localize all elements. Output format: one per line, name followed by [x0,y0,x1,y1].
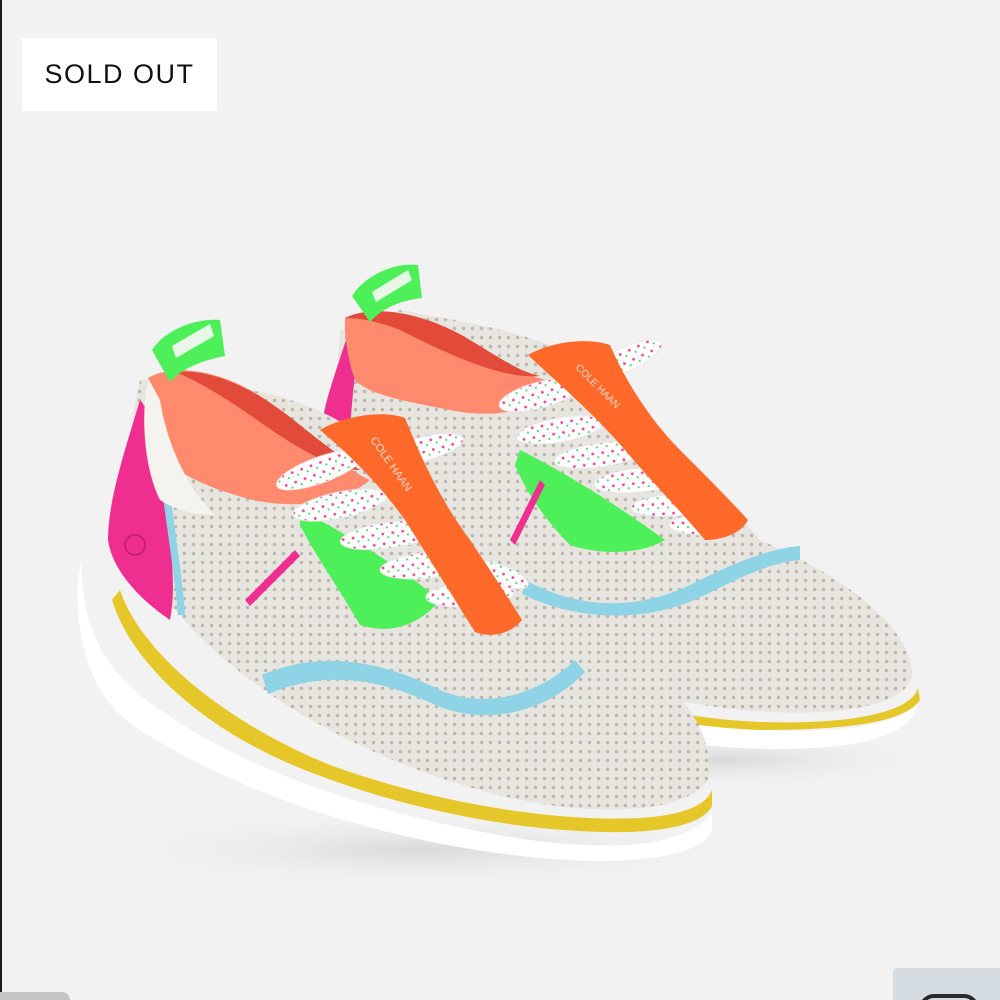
gallery-toggle-button[interactable] [893,968,1000,1000]
viewer-left-edge [0,0,2,1000]
product-photo: COLE HAAN COLE HAAN [77,264,950,890]
gallery-toggle-icon [919,994,979,1000]
sold-out-badge: SOLD OUT [22,38,217,111]
sold-out-label: SOLD OUT [44,59,195,89]
previous-image-hint[interactable] [0,992,70,1000]
product-image-viewer: COLE HAAN COLE HAAN SOLD OUT [0,0,1000,1000]
